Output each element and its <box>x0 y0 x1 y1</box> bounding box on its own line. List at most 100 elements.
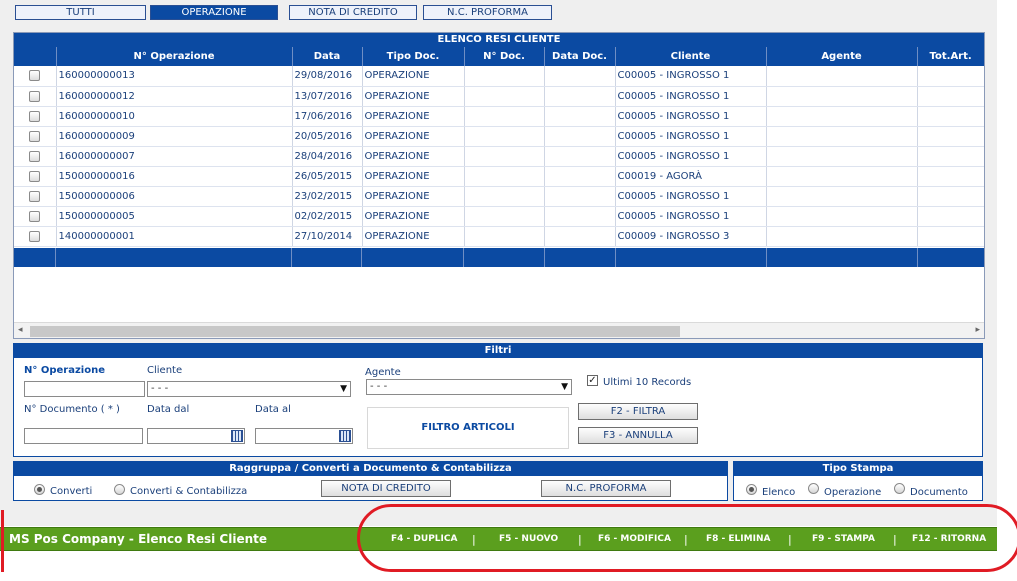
cell-cliente: C00005 - INGROSSO 1 <box>615 206 767 227</box>
cell-tipo-doc: OPERAZIONE <box>362 206 465 227</box>
table-row[interactable]: 160000000009 20/05/2016 OPERAZIONE C00005 -… <box>14 126 984 147</box>
cell-cliente: C00005 - INGROSSO 1 <box>615 86 767 107</box>
row-checkbox[interactable] <box>29 190 41 202</box>
cell-data: 29/08/2016 <box>292 66 363 87</box>
n-documento-input[interactable] <box>24 428 143 444</box>
convert-title: Raggruppa / Converti a Documento & Conta… <box>14 462 727 476</box>
n-operazione-input[interactable] <box>24 381 145 397</box>
row-checkbox[interactable] <box>29 90 41 102</box>
table-row[interactable]: 150000000016 26/05/2015 OPERAZIONE C00019 -… <box>14 166 984 187</box>
cell-n-doc <box>464 206 545 227</box>
cell-n-doc <box>464 146 545 167</box>
table-row[interactable]: 160000000010 17/06/2016 OPERAZIONE C00005 -… <box>14 106 984 127</box>
row-checkbox[interactable] <box>29 210 41 222</box>
cell-data: 23/02/2015 <box>292 186 363 207</box>
f8-elimina-button[interactable]: F8 - ELIMINA <box>706 534 770 544</box>
converti-contabilizza-label: Converti & Contabilizza <box>130 486 248 497</box>
table-row[interactable]: 140000000001 27/10/2014 OPERAZIONE C00009 -… <box>14 226 984 247</box>
f6-modifica-button[interactable]: F6 - MODIFICA <box>598 534 671 544</box>
row-checkbox[interactable] <box>29 170 41 182</box>
operazione-radio[interactable] <box>808 483 819 494</box>
cliente-label: Cliente <box>147 365 183 376</box>
cell-n-operazione: 160000000010 <box>56 106 293 127</box>
cell-data-doc <box>544 106 616 127</box>
table-row[interactable]: 160000000007 28/04/2016 OPERAZIONE C00005 -… <box>14 146 984 167</box>
nota-di-credito-button[interactable]: NOTA DI CREDITO <box>321 480 451 497</box>
row-checkbox[interactable] <box>29 150 41 162</box>
cell-n-doc <box>464 66 545 87</box>
col-n-doc[interactable]: N° Doc. <box>464 47 545 66</box>
cell-tot-art: 1 <box>917 166 984 187</box>
ultimi-10-checkbox[interactable]: ✓ <box>587 375 598 386</box>
converti-radio[interactable] <box>34 484 45 495</box>
data-dal-input[interactable] <box>147 428 245 444</box>
nc-proforma-button[interactable]: N.C. PROFORMA <box>541 480 671 497</box>
agente-select[interactable]: - - - ▼ <box>366 379 572 395</box>
cell-n-operazione: 160000000007 <box>56 146 293 167</box>
documento-radio[interactable] <box>894 483 905 494</box>
calendar-icon[interactable] <box>339 430 351 442</box>
cell-n-operazione: 150000000005 <box>56 206 293 227</box>
cliente-select[interactable]: - - - ▼ <box>147 381 351 397</box>
f5-nuovo-button[interactable]: F5 - NUOVO <box>499 534 558 544</box>
table-row[interactable]: 150000000005 02/02/2015 OPERAZIONE C00005 -… <box>14 206 984 227</box>
col-data-doc[interactable]: Data Doc. <box>544 47 616 66</box>
row-checkbox[interactable] <box>29 110 41 122</box>
calendar-icon[interactable] <box>231 430 243 442</box>
annulla-button[interactable]: F3 - ANNULLA <box>578 427 698 444</box>
row-checkbox[interactable] <box>29 70 41 82</box>
table-row[interactable]: 150000000006 23/02/2015 OPERAZIONE C00005 -… <box>14 186 984 207</box>
convert-panel: Raggruppa / Converti a Documento & Conta… <box>13 461 728 501</box>
tab-tutti[interactable]: TUTTI <box>15 5 146 20</box>
cell-tot-art: 1 <box>917 146 984 167</box>
tab-nc-proforma[interactable]: N.C. PROFORMA <box>423 5 552 20</box>
row-checkbox[interactable] <box>29 230 41 242</box>
cell-n-doc <box>464 126 545 147</box>
cell-n-doc <box>464 186 545 207</box>
table-header-row: N° Operazione Data Tipo Doc. N° Doc. Dat… <box>14 47 984 66</box>
col-n-operazione[interactable]: N° Operazione <box>56 47 293 66</box>
tab-operazione[interactable]: OPERAZIONE <box>150 5 278 20</box>
f12-ritorna-button[interactable]: F12 - RITORNA <box>912 534 986 544</box>
table-row[interactable]: 160000000012 13/07/2016 OPERAZIONE C00005 -… <box>14 86 984 107</box>
row-select-cell <box>14 146 57 167</box>
col-data[interactable]: Data <box>292 47 363 66</box>
filtro-articoli-button[interactable]: FILTRO ARTICOLI <box>367 407 569 449</box>
key-separator: | <box>578 533 582 546</box>
cell-cliente: C00005 - INGROSSO 1 <box>615 186 767 207</box>
elenco-radio[interactable] <box>746 484 757 495</box>
cell-n-operazione: 160000000012 <box>56 86 293 107</box>
filtra-button[interactable]: F2 - FILTRA <box>578 403 698 420</box>
cell-n-operazione: 160000000009 <box>56 126 293 147</box>
key-separator: | <box>684 533 688 546</box>
cell-data: 28/04/2016 <box>292 146 363 167</box>
cell-tipo-doc: OPERAZIONE <box>362 86 465 107</box>
cell-n-operazione: 150000000016 <box>56 166 293 187</box>
cell-data-doc <box>544 126 616 147</box>
agente-select-value: - - - <box>370 381 388 392</box>
cell-tipo-doc: OPERAZIONE <box>362 126 465 147</box>
converti-contabilizza-radio[interactable] <box>114 484 125 495</box>
cell-data-doc <box>544 66 616 87</box>
returns-grid: ELENCO RESI CLIENTE N° Operazione Data T… <box>13 32 985 339</box>
cell-cliente: C00005 - INGROSSO 1 <box>615 106 767 127</box>
scroll-right-icon[interactable]: ▸ <box>975 325 980 335</box>
table-row[interactable]: 160000000013 29/08/2016 OPERAZIONE C00005 -… <box>14 66 984 87</box>
data-al-input[interactable] <box>255 428 353 444</box>
scroll-left-icon[interactable]: ◂ <box>18 325 23 335</box>
cell-agente <box>766 186 918 207</box>
cell-n-doc <box>464 106 545 127</box>
col-agente[interactable]: Agente <box>766 47 918 66</box>
col-cliente[interactable]: Cliente <box>615 47 767 66</box>
row-select-cell <box>14 186 57 207</box>
row-checkbox[interactable] <box>29 130 41 142</box>
scrollbar-thumb[interactable] <box>30 326 680 337</box>
f9-stampa-button[interactable]: F9 - STAMPA <box>812 534 875 544</box>
tab-nota-di-credito[interactable]: NOTA DI CREDITO <box>289 5 417 20</box>
cell-cliente: C00009 - INGROSSO 3 <box>615 226 767 247</box>
col-tot-art[interactable]: Tot.Art. <box>917 47 984 66</box>
col-tipo-doc[interactable]: Tipo Doc. <box>362 47 465 66</box>
f4-duplica-button[interactable]: F4 - DUPLICA <box>391 534 457 544</box>
grid-horizontal-scrollbar[interactable]: ◂ ▸ <box>14 322 984 338</box>
cell-agente <box>766 126 918 147</box>
